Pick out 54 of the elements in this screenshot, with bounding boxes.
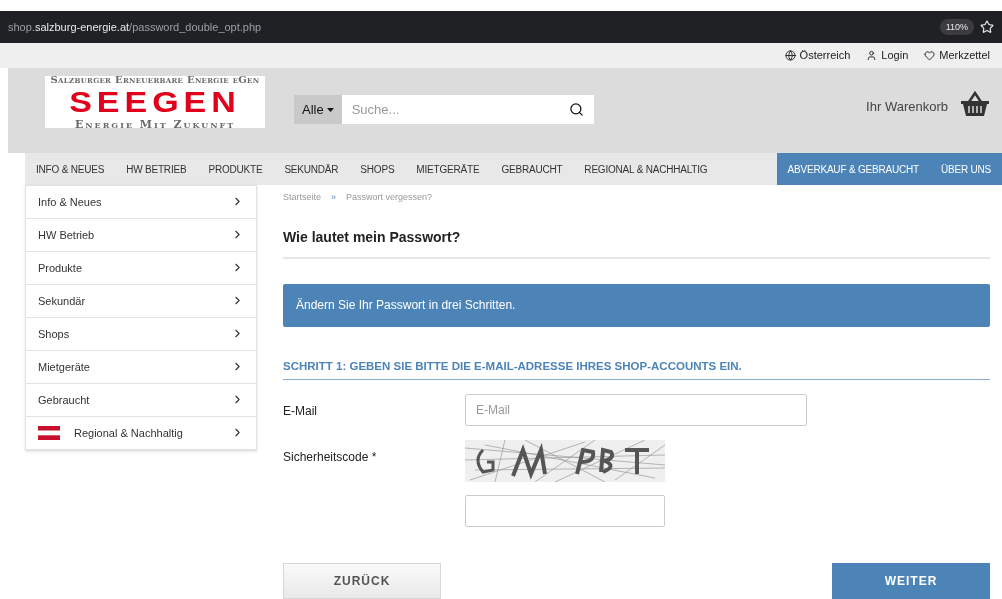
logo-wordmark: SEEGEN (69, 87, 241, 117)
user-icon (866, 49, 878, 61)
search-icon[interactable] (568, 102, 584, 118)
field-label: E-Mail (283, 403, 318, 418)
nav-item[interactable]: ÜBER UNS (929, 153, 1002, 185)
sidebar-item[interactable]: Info & Neues (26, 186, 256, 219)
top-link[interactable]: Merkzettel (924, 49, 990, 62)
caret-icon (326, 107, 334, 112)
basket-icon[interactable] (960, 91, 990, 118)
nav-item[interactable]: GEBRAUCHT (490, 153, 574, 185)
breadcrumb-separator: » (331, 192, 337, 202)
sidebar-label: Info & Neues (38, 196, 103, 208)
sidebar-label: Produkte (38, 262, 84, 274)
sidebar-item[interactable]: Shops (26, 318, 256, 351)
heart-icon (924, 49, 936, 61)
info-banner: Ändern Sie Ihr Passwort in drei Schritten. (283, 284, 990, 327)
sidebar-label: Sekundär (38, 295, 87, 307)
address-bar-url[interactable]: shop.salzburg-energie.at/password_double_opt.php (8, 20, 934, 33)
nav-item[interactable]: SHOPS (349, 153, 406, 185)
nav-item[interactable]: ABVERKAUF & GEBRAUCHT (776, 153, 930, 185)
back-button[interactable]: ZURÜCK (283, 563, 441, 599)
category-dropdown[interactable]: Alle (294, 95, 342, 125)
security-code-input[interactable] (465, 495, 665, 527)
sidebar-item[interactable]: HW Betrieb (26, 219, 256, 252)
logo-text: Salzburger Erneuerbare Energie eGen (50, 74, 260, 85)
nav-item[interactable]: MIETGERÄTE (405, 153, 491, 185)
email-input[interactable]: E-Mail (465, 394, 807, 426)
nav-item[interactable]: HW BETRIEB (115, 153, 198, 185)
sidebar-label: Mietgeräte (38, 361, 91, 373)
sidebar-label: Regional & Nachhaltig (74, 427, 184, 439)
sidebar-item[interactable]: Produkte (26, 252, 256, 285)
page-title: Wie lautet mein Passwort? (283, 229, 462, 245)
logo[interactable]: Salzburger Erneuerbare Energie eGen SEEGEN Energie Mit Zukunft (45, 76, 265, 129)
step-heading: SCHRITT 1: GEBEN SIE BITTE DIE E-MAIL-ADRESSE IHRES SHOP-ACCOUNTS EIN. (283, 360, 743, 372)
field-label: Sicherheitscode * (283, 449, 378, 464)
sidebar-label: Shops (38, 328, 71, 340)
nav-item[interactable]: INFO & NEUES (25, 153, 116, 185)
sidebar-label: HW Betrieb (38, 229, 96, 241)
cart-link[interactable]: Ihr Warenkorb (866, 99, 948, 115)
next-button[interactable]: WEITER (832, 563, 990, 599)
nav-item[interactable]: REGIONAL & NACHHALTIG (573, 153, 719, 185)
zoom-level[interactable]: 110% (939, 18, 974, 35)
sidebar-item[interactable]: Sekundär (26, 285, 256, 318)
sidebar-label: Gebraucht (38, 394, 91, 406)
sidebar-item[interactable]: Regional & Nachhaltig (26, 417, 256, 450)
nav-item[interactable]: SEKUNDÄR (273, 153, 350, 185)
top-link[interactable]: Österreich (784, 49, 851, 62)
logo-tagline: Energie Mit Zukunft (74, 118, 236, 130)
sidebar-item[interactable]: Gebraucht (26, 384, 256, 417)
top-link[interactable]: Login (866, 49, 909, 62)
sidebar-item[interactable]: Mietgeräte (26, 351, 256, 384)
globe-icon (784, 49, 796, 61)
nav-item[interactable]: PRODUKTE (197, 153, 274, 185)
bookmark-star-icon[interactable] (980, 19, 994, 34)
